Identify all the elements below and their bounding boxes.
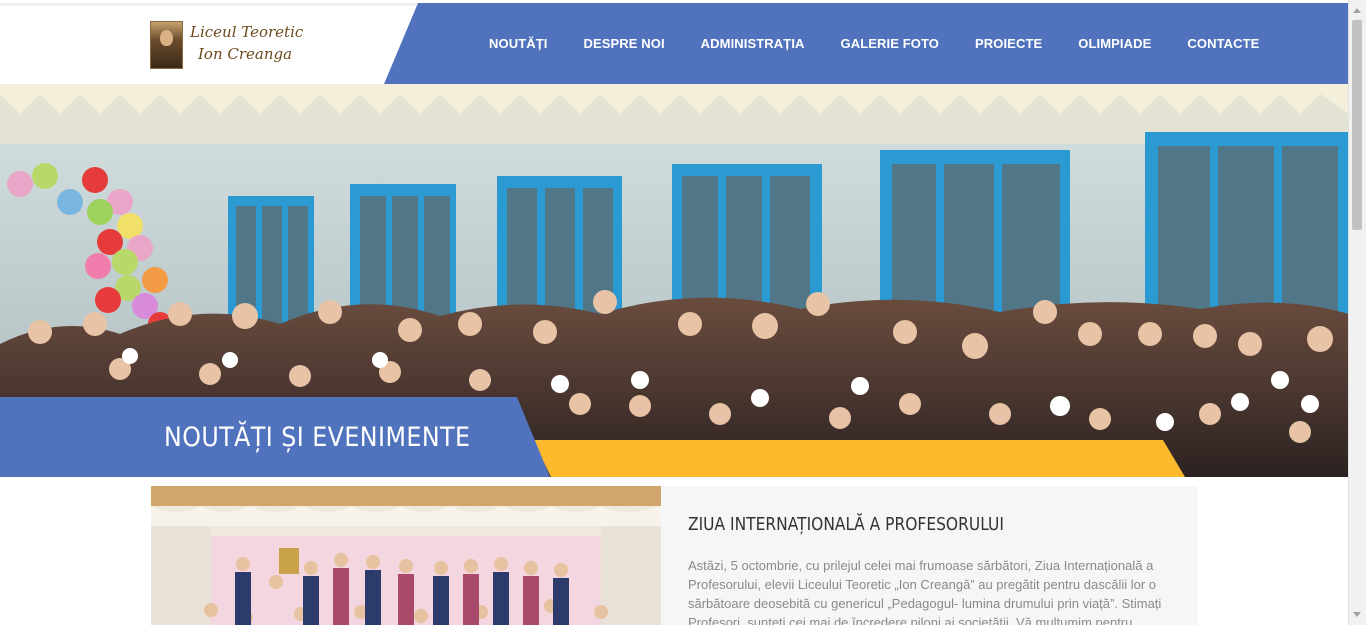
article-excerpt: Astăzi, 5 octombrie, cu prilejul celei m… (688, 558, 1162, 625)
hero-accent-stripe (533, 440, 1185, 477)
main-nav: NOUTĂȚI DESPRE NOI ADMINISTRAȚIA GALERIE… (384, 3, 1349, 84)
nav-item-despre-noi[interactable]: DESPRE NOI (583, 36, 664, 51)
page-scrollbar[interactable] (1348, 0, 1366, 625)
portrait-icon (150, 21, 183, 69)
logo-line-2: Ion Creanga (198, 45, 293, 63)
logo-line-1: Liceul Teoretic (190, 23, 304, 41)
nav-item-galerie-foto[interactable]: GALERIE FOTO (841, 36, 939, 51)
article-body: ZIUA INTERNAȚIONALĂ A PROFESORULUI Astăz… (661, 486, 1198, 625)
hero-title-banner: NOUTĂȚI ȘI EVENIMENTE (0, 397, 550, 477)
scroll-down-icon[interactable] (1353, 612, 1361, 617)
nav-item-olimpiade[interactable]: OLIMPIADE (1078, 36, 1151, 51)
article-title[interactable]: ZIUA INTERNAȚIONALĂ A PROFESORULUI (688, 514, 1004, 535)
logo-text: Liceul Teoretic Ion Creanga (190, 21, 303, 65)
hero-section: NOUTĂȚI ȘI EVENIMENTE (0, 84, 1349, 477)
nav-item-contacte[interactable]: CONTACTE (1187, 36, 1259, 51)
nav-item-noutati[interactable]: NOUTĂȚI (489, 36, 547, 51)
site-header: Liceul Teoretic Ion Creanga NOUTĂȚI DESP… (0, 3, 1349, 84)
scrollbar-thumb[interactable] (1352, 20, 1362, 230)
news-article[interactable]: ZIUA INTERNAȚIONALĂ A PROFESORULUI Astăz… (151, 486, 1198, 625)
site-logo[interactable]: Liceul Teoretic Ion Creanga (150, 21, 310, 71)
article-photo (151, 486, 661, 625)
nav-item-proiecte[interactable]: PROIECTE (975, 36, 1042, 51)
scroll-up-icon[interactable] (1353, 8, 1361, 13)
nav-item-administratia[interactable]: ADMINISTRAȚIA (701, 36, 805, 51)
article-image[interactable] (151, 486, 661, 625)
hero-title: NOUTĂȚI ȘI EVENIMENTE (164, 422, 471, 453)
page: Liceul Teoretic Ion Creanga NOUTĂȚI DESP… (0, 0, 1366, 625)
